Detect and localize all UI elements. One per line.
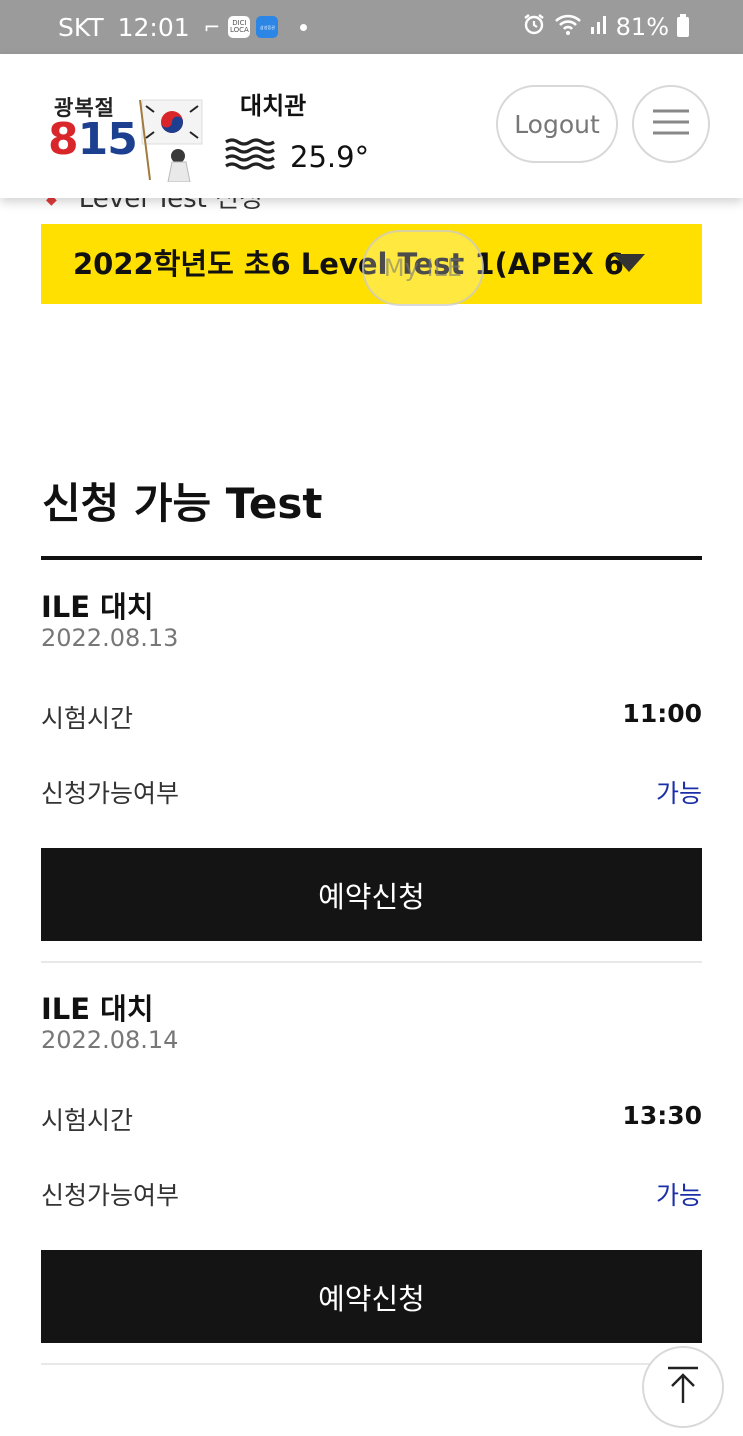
liberation-day-logo[interactable]: 광복절 815	[48, 90, 208, 183]
availability-row: 신청가능여부 가능	[41, 1176, 702, 1216]
temperature: 25.9°	[290, 139, 370, 174]
my-ile-floating-button[interactable]: My ILE	[362, 230, 484, 306]
test-date: 2022.08.13	[41, 624, 179, 652]
page-title: 신청 가능 Test	[42, 479, 323, 528]
section-divider	[41, 556, 702, 560]
reserve-button[interactable]: 예약신청	[41, 1250, 702, 1343]
test-location: ILE 대치	[41, 590, 154, 624]
reserve-button[interactable]: 예약신청	[41, 848, 702, 941]
chevron-down-icon	[613, 254, 645, 272]
wifi-icon	[554, 12, 582, 42]
exam-time-row: 시험시간 11:00	[41, 699, 702, 739]
more-notifications-dot	[300, 23, 308, 31]
menu-button[interactable]	[632, 85, 710, 163]
logo-number: 815	[48, 114, 138, 165]
samsung-securities-app-icon: 삼성증권	[256, 16, 279, 38]
scroll-to-top-button[interactable]	[642, 1346, 724, 1428]
card-divider	[41, 961, 702, 963]
battery-percent: 81%	[615, 13, 669, 41]
battery-icon	[677, 14, 689, 37]
availability-value: 가능	[655, 1181, 702, 1210]
status-bar: SKT 12:01 ⌐ DICI LOCA 삼성증권 81%	[0, 0, 743, 54]
clock-time: 12:01	[117, 12, 190, 42]
hamburger-icon	[651, 108, 691, 140]
availability-label: 신청가능여부	[41, 1181, 180, 1210]
alarm-icon	[522, 12, 546, 42]
availability-label: 신청가능여부	[41, 779, 180, 808]
signal-icon	[590, 13, 608, 41]
exam-time-label: 시험시간	[41, 1106, 134, 1135]
availability-row: 신청가능여부 가능	[41, 774, 702, 814]
test-date: 2022.08.14	[41, 1026, 179, 1054]
carrier-label: SKT	[58, 12, 104, 42]
notification-icon: ⌐	[203, 15, 221, 39]
haze-icon	[224, 136, 278, 177]
exam-time-row: 시험시간 13:30	[41, 1101, 702, 1141]
branch-name: 대치관	[240, 92, 307, 120]
weather-widget: 25.9°	[224, 136, 369, 177]
test-location: ILE 대치	[41, 992, 154, 1026]
arrow-up-icon	[666, 1365, 700, 1409]
availability-value: 가능	[655, 779, 702, 808]
dici-loca-app-icon: DICI LOCA	[228, 16, 251, 38]
exam-time-value: 13:30	[622, 1101, 702, 1130]
test-card: ILE 대치 2022.08.14 시험시간 13:30 신청가능여부 가능 예…	[41, 986, 702, 1366]
logout-button[interactable]: Logout	[496, 85, 618, 163]
card-divider	[41, 1363, 702, 1365]
exam-time-value: 11:00	[622, 699, 702, 728]
test-card: ILE 대치 2022.08.13 시험시간 11:00 신청가능여부 가능 예…	[41, 584, 702, 964]
selected-test: 2022학년도 초6 Level Test 1(APEX 6	[73, 247, 624, 281]
exam-time-label: 시험시간	[41, 704, 134, 733]
korean-flag-icon	[136, 98, 210, 186]
